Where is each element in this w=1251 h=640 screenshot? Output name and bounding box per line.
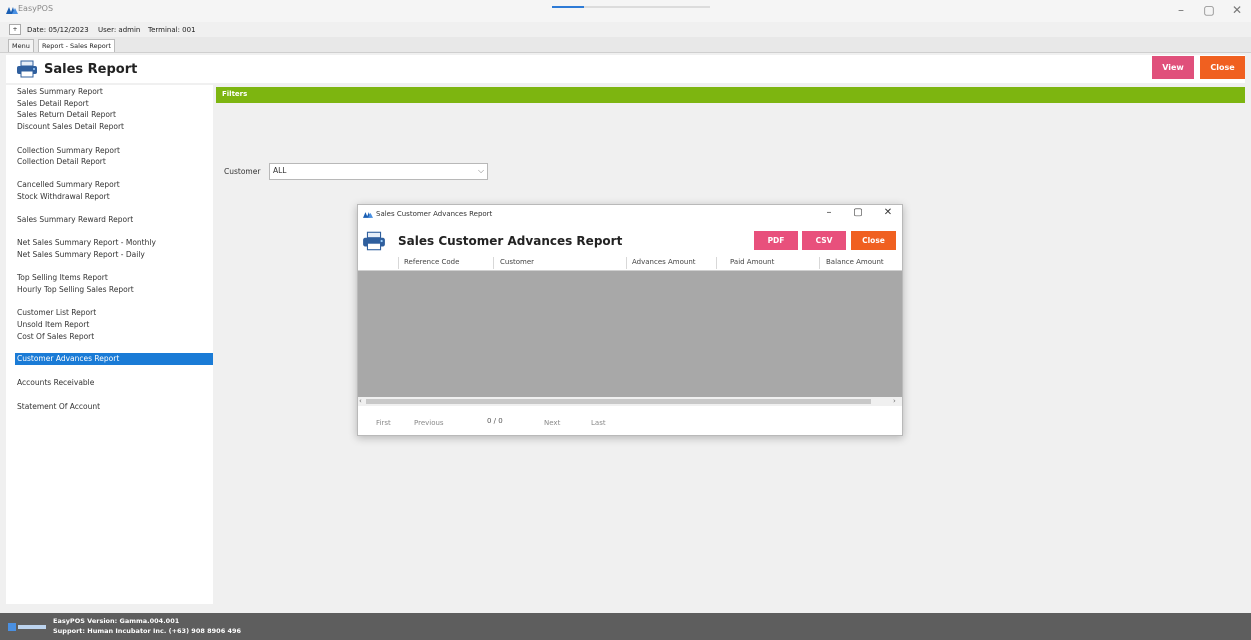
sidebar-item[interactable]: Statement Of Account [17, 402, 100, 411]
printer-icon [363, 231, 385, 251]
tab-menu[interactable]: Menu [8, 39, 34, 52]
app-title: EasyPOS [18, 4, 54, 13]
sidebar-item[interactable]: Hourly Top Selling Sales Report [17, 285, 134, 294]
pager-previous-button[interactable]: Previous [414, 419, 444, 427]
column-header-reference-code[interactable]: Reference Code [404, 258, 459, 266]
sidebar-item[interactable]: Sales Return Detail Report [17, 110, 116, 119]
minimize-button[interactable]: – [1172, 3, 1190, 17]
sidebar-item[interactable]: Top Selling Items Report [17, 273, 108, 282]
scroll-left-icon[interactable]: ‹ [359, 397, 362, 405]
tab-strip [0, 37, 1251, 53]
dialog-maximize-button[interactable]: ▢ [850, 207, 866, 218]
sidebar-item[interactable]: Collection Detail Report [17, 157, 106, 166]
sidebar-item[interactable]: Cancelled Summary Report [17, 180, 120, 189]
column-separator [716, 257, 717, 269]
loading-progress [552, 6, 710, 8]
page-title: Sales Report [44, 62, 138, 77]
dialog-minimize-button[interactable]: – [821, 207, 837, 218]
sidebar-item[interactable]: Net Sales Summary Report - Monthly [17, 238, 156, 247]
sidebar-item[interactable]: Customer Advances Report [17, 354, 119, 363]
column-separator [493, 257, 494, 269]
easypos-logo-icon [363, 212, 373, 218]
sidebar-item[interactable]: Customer List Report [17, 308, 96, 317]
sidebar-item[interactable]: Sales Detail Report [17, 99, 89, 108]
version-text: EasyPOS Version: Gamma.004.001 [53, 617, 180, 625]
filters-bar [216, 87, 1245, 103]
sidebar-item[interactable]: Cost Of Sales Report [17, 332, 94, 341]
pager-first-button[interactable]: First [376, 419, 391, 427]
title-bar [0, 0, 1251, 22]
csv-button[interactable]: CSV [802, 231, 846, 250]
grid-body[interactable] [358, 271, 902, 397]
view-button[interactable]: View [1152, 56, 1194, 79]
column-header-paid-amount[interactable]: Paid Amount [730, 258, 774, 266]
column-separator [626, 257, 627, 269]
scrollbar-thumb[interactable] [366, 399, 871, 404]
dialog-close-window-button[interactable]: ✕ [880, 207, 896, 218]
dialog-window-title: Sales Customer Advances Report [376, 210, 493, 218]
customer-select-value: ALL [273, 166, 287, 175]
pager-last-button[interactable]: Last [591, 419, 606, 427]
column-header-customer[interactable]: Customer [500, 258, 534, 266]
dialog-heading: Sales Customer Advances Report [398, 234, 623, 248]
chevron-down-icon[interactable]: ⌵ [478, 166, 484, 176]
printer-icon [17, 60, 37, 78]
sidebar-item[interactable]: Accounts Receivable [17, 378, 94, 387]
session-user: User: admin [98, 26, 141, 34]
close-window-button[interactable]: ✕ [1228, 3, 1246, 17]
sidebar-item[interactable]: Net Sales Summary Report - Daily [17, 250, 145, 259]
column-header-balance-amount[interactable]: Balance Amount [826, 258, 884, 266]
column-separator [819, 257, 820, 269]
pdf-button[interactable]: PDF [754, 231, 798, 250]
column-header-advances-amount[interactable]: Advances Amount [632, 258, 696, 266]
column-separator [398, 257, 399, 269]
sidebar-item[interactable]: Collection Summary Report [17, 146, 120, 155]
sidebar-item[interactable]: Discount Sales Detail Report [17, 122, 124, 131]
support-text: Support: Human Incubator Inc. (+63) 908 … [53, 627, 242, 635]
pager-page-info: 0 / 0 [487, 417, 503, 425]
sidebar-item[interactable]: Sales Summary Report [17, 87, 103, 96]
loading-progress-fill [552, 6, 584, 8]
sidebar-item[interactable]: Sales Summary Reward Report [17, 215, 133, 224]
session-date: Date: 05/12/2023 [27, 26, 89, 34]
expand-toggle-button[interactable]: + [9, 24, 21, 35]
filters-label: Filters [222, 90, 248, 98]
sidebar-item[interactable]: Stock Withdrawal Report [17, 192, 110, 201]
tab-sales-report[interactable]: Report - Sales Report [38, 39, 115, 52]
customer-label: Customer [224, 167, 261, 176]
page-header [6, 55, 1245, 83]
customer-select[interactable] [269, 163, 488, 180]
scroll-right-icon[interactable]: › [893, 397, 896, 405]
dialog-close-button[interactable]: Close [851, 231, 896, 250]
easypos-logo-icon [6, 7, 18, 14]
session-terminal: Terminal: 001 [148, 26, 196, 34]
close-button[interactable]: Close [1200, 56, 1245, 79]
maximize-button[interactable]: ▢ [1200, 3, 1218, 17]
sidebar-item[interactable]: Unsold Item Report [17, 320, 89, 329]
pager-next-button[interactable]: Next [544, 419, 560, 427]
company-logo-icon [8, 623, 46, 631]
